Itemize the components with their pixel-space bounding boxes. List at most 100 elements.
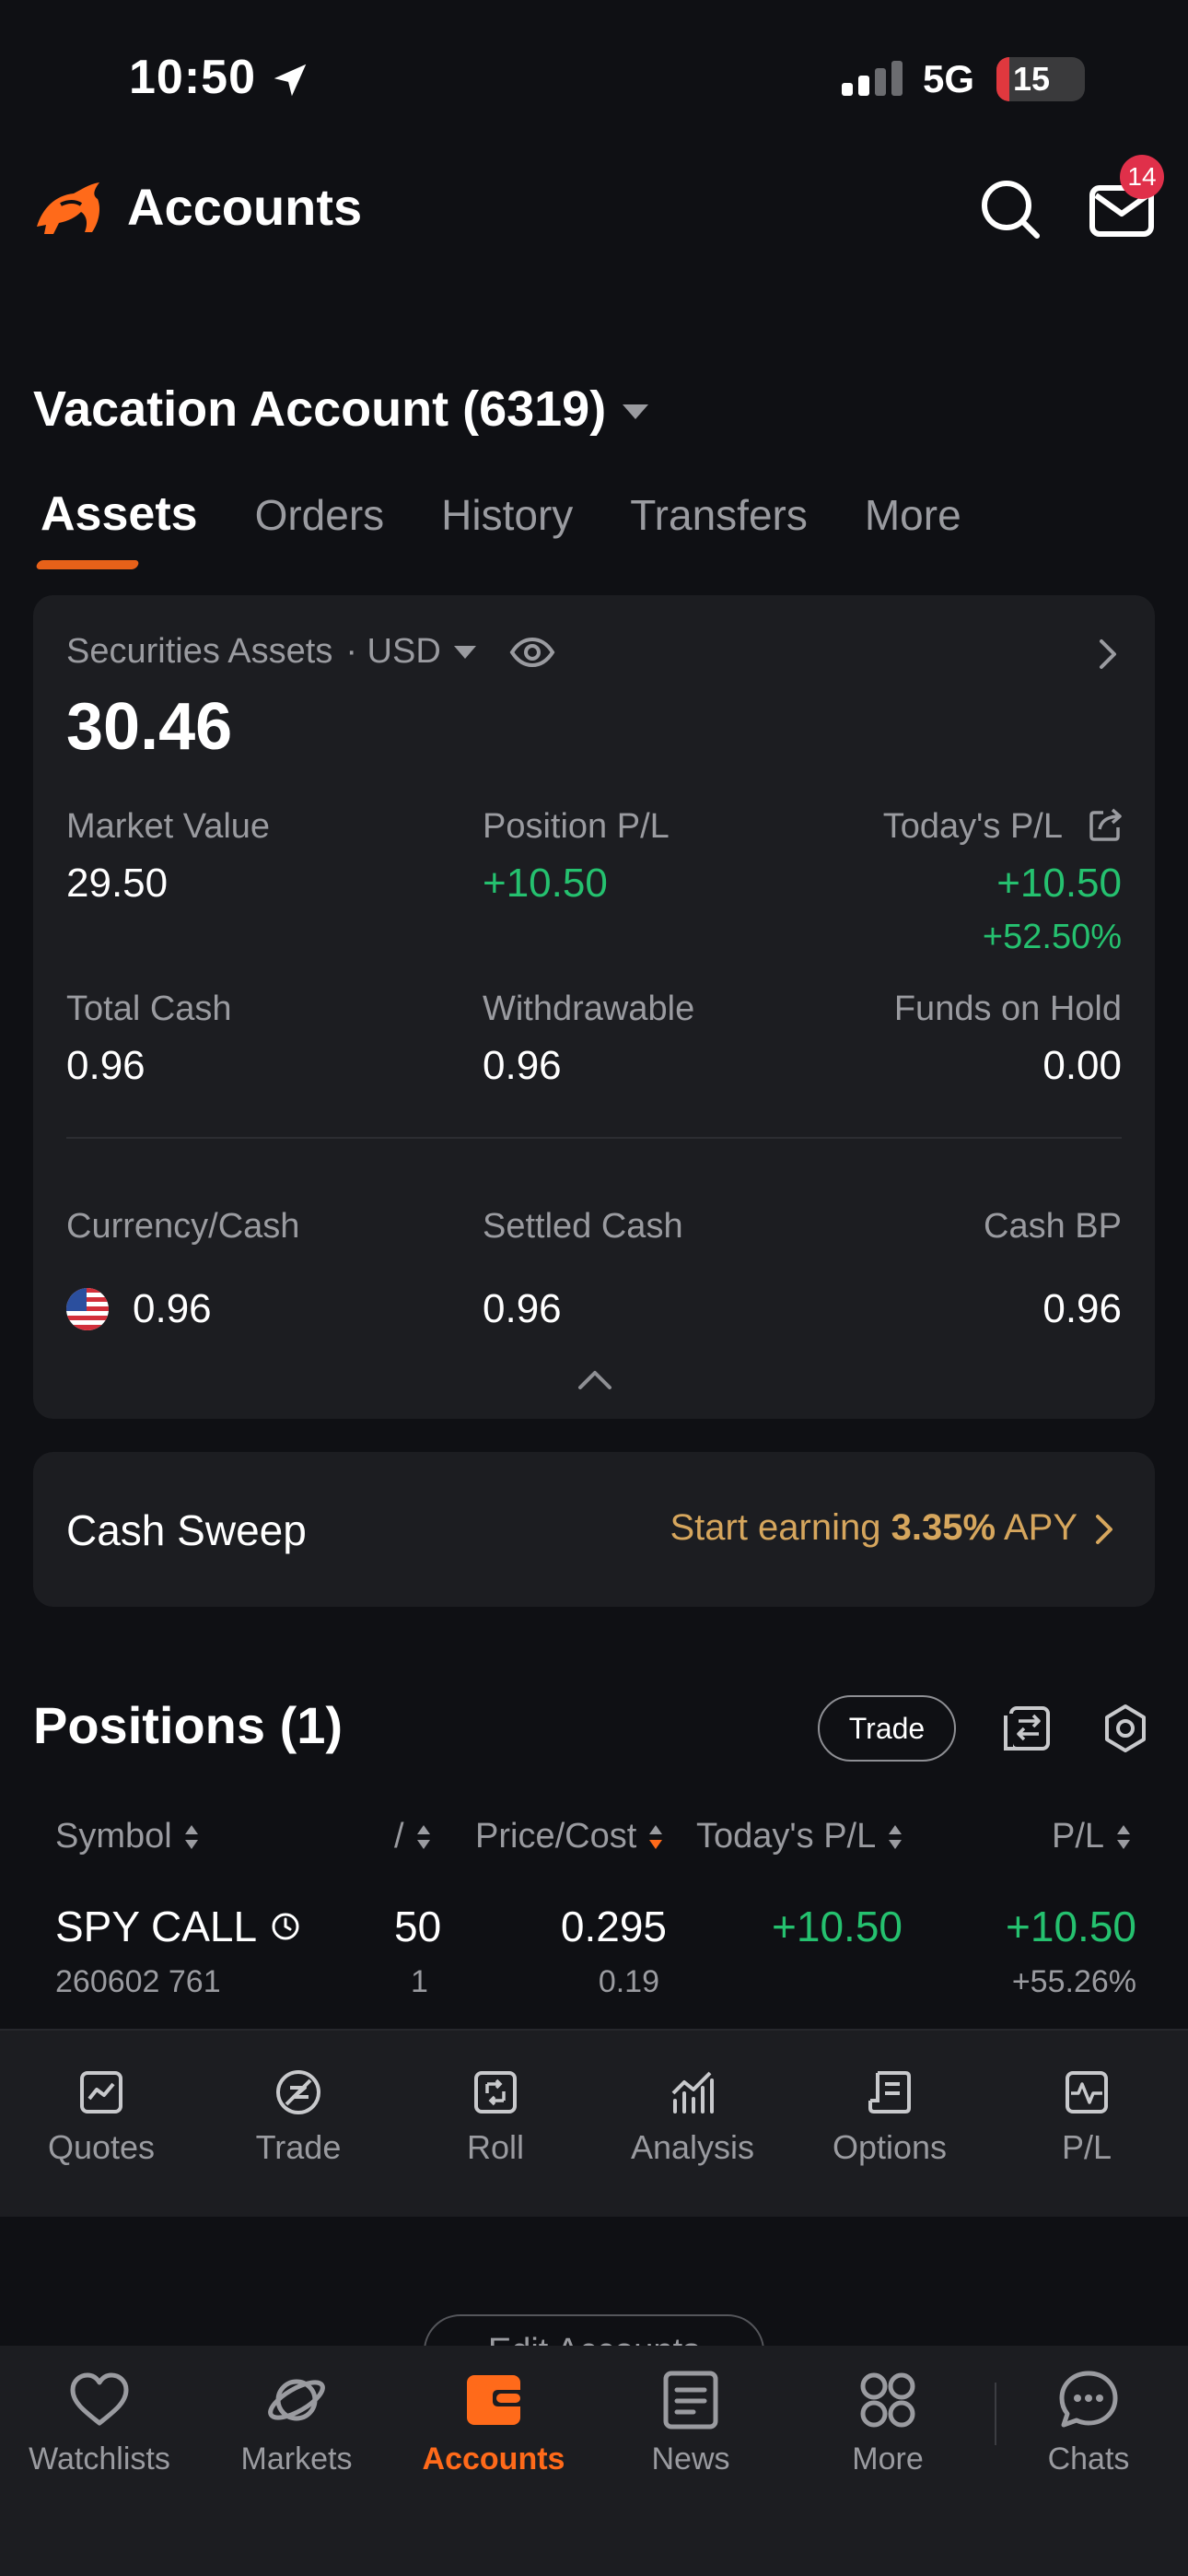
tab-label: Assets [41,487,198,541]
cta-suffix: APY [1003,1507,1077,1548]
battery-icon: 15 [996,57,1085,101]
position-pl-label: Position P/L [483,807,670,846]
chat-icon [1059,2371,1118,2428]
search-icon[interactable] [978,177,1042,241]
grid-icon [860,2372,915,2428]
position-cost: 0.19 [598,1964,659,1999]
divider [66,1137,1122,1139]
nav-watchlists[interactable]: Watchlists [7,2368,192,2477]
cash-bp-label: Cash BP [984,1207,1122,1246]
currency-selector[interactable]: · USD [345,632,440,672]
action-trade[interactable]: Trade [206,2067,390,2167]
quotes-icon [80,2071,122,2113]
funds-on-hold-label: Funds on Hold [893,989,1122,1028]
currency-cash-label: Currency/Cash [66,1207,300,1246]
pl-icon [1066,2071,1108,2113]
chevron-right-icon[interactable] [1098,638,1118,671]
column-price-cost[interactable]: Price/Cost [475,1817,664,1856]
nav-accounts[interactable]: Accounts [402,2368,586,2477]
bull-logo-icon [37,182,99,234]
tab-more[interactable]: More [865,490,961,564]
chevron-up-icon[interactable] [577,1367,613,1391]
battery-tip [1077,70,1085,88]
total-cash-value: 0.96 [66,1043,146,1088]
position-value: 50 [394,1903,442,1950]
trade-button[interactable]: Trade [818,1695,956,1762]
tab-assets[interactable]: Assets [35,486,198,569]
withdrawable-label: Withdrawable [483,989,695,1028]
cash-bp-value: 0.96 [1042,1286,1122,1331]
cta-prefix: Start earning [670,1507,881,1548]
settled-cash-value: 0.96 [483,1286,562,1331]
cash-sweep-card[interactable]: Cash Sweep Start earning 3.35% APY [33,1452,1155,1607]
column-qty[interactable]: / [394,1817,432,1856]
action-label: Analysis [630,2128,755,2166]
position-price: 0.295 [560,1903,667,1950]
column-label: Price/Cost [475,1817,637,1856]
nav-more[interactable]: More [796,2368,980,2477]
contract-code: 260602 761 [55,1964,221,1999]
tab-orders[interactable]: Orders [255,490,385,564]
todays-pl-percent: +52.50% [982,918,1122,956]
clock-icon [272,1913,299,1940]
signal-icon [842,61,903,96]
column-label: Symbol [55,1817,172,1856]
tab-active-indicator [35,560,140,569]
share-icon[interactable] [1089,807,1124,842]
cash-sweep-cta[interactable]: Start earning 3.35% APY [670,1507,1077,1549]
nav-label: More [852,2441,924,2476]
heart-icon [70,2372,129,2426]
securities-assets-header: Securities Assets · USD [66,632,555,672]
funds-on-hold-value: 0.00 [1042,1043,1122,1088]
app-header: Accounts [0,157,1188,267]
total-assets-value: 30.46 [66,690,233,764]
column-todays-pl[interactable]: Today's P/L [696,1817,903,1856]
action-label: Trade [255,2128,342,2166]
gear-icon[interactable] [1100,1703,1151,1754]
wallet-icon [467,2375,520,2425]
account-selector[interactable]: Vacation Account (6319) [33,372,649,446]
news-icon [663,2371,718,2430]
withdrawable-value: 0.96 [483,1043,562,1088]
cash-sweep-label: Cash Sweep [66,1506,307,1554]
battery-level: 15 [1013,60,1051,98]
position-pl-percent: +55.26% [1011,1964,1136,1999]
market-value: 29.50 [66,861,169,906]
todays-pl-label: Today's P/L [882,807,1063,846]
position-qty: 1 [411,1964,428,1999]
action-quotes[interactable]: Quotes [9,2067,193,2167]
chevron-right-icon[interactable] [1094,1513,1114,1546]
nav-label: Watchlists [29,2441,170,2476]
tab-transfers[interactable]: Transfers [630,490,808,564]
sort-icon [184,1824,198,1849]
us-flag-icon [66,1288,109,1330]
positions-title: Positions (1) [33,1696,344,1754]
nav-label: News [651,2441,730,2476]
account-tabs: Assets Orders History Transfers More [35,487,1019,569]
caret-down-icon[interactable] [453,645,476,659]
assets-card: Securities Assets · USD 30.46 Market Val… [33,595,1155,1419]
sort-icon [649,1824,663,1849]
trade-icon [276,2070,320,2114]
status-bar: 10:50 5G 15 [0,0,1188,147]
position-pl-value: +10.50 [483,861,608,906]
nav-label: Markets [240,2441,353,2476]
action-pl[interactable]: P/L [995,2067,1179,2167]
position-todays-pl: +10.50 [772,1903,903,1950]
apy-value: 3.35% [891,1507,996,1548]
total-cash-label: Total Cash [66,989,232,1028]
column-pl[interactable]: P/L [1052,1817,1132,1856]
nav-news[interactable]: News [599,2368,783,2477]
action-options[interactable]: Options [798,2067,982,2167]
column-symbol[interactable]: Symbol [55,1817,200,1856]
action-roll[interactable]: Roll [403,2067,588,2167]
switch-view-icon[interactable] [1002,1703,1054,1754]
eye-icon[interactable] [509,637,555,668]
todays-pl-value: +10.50 [996,861,1122,906]
position-pl: +10.50 [1006,1903,1136,1950]
tab-history[interactable]: History [441,490,573,564]
nav-chats[interactable]: Chats [996,2368,1181,2477]
nav-markets[interactable]: Markets [204,2368,389,2477]
action-analysis[interactable]: Analysis [600,2067,785,2167]
symbol-label: SPY CALL [55,1903,258,1950]
